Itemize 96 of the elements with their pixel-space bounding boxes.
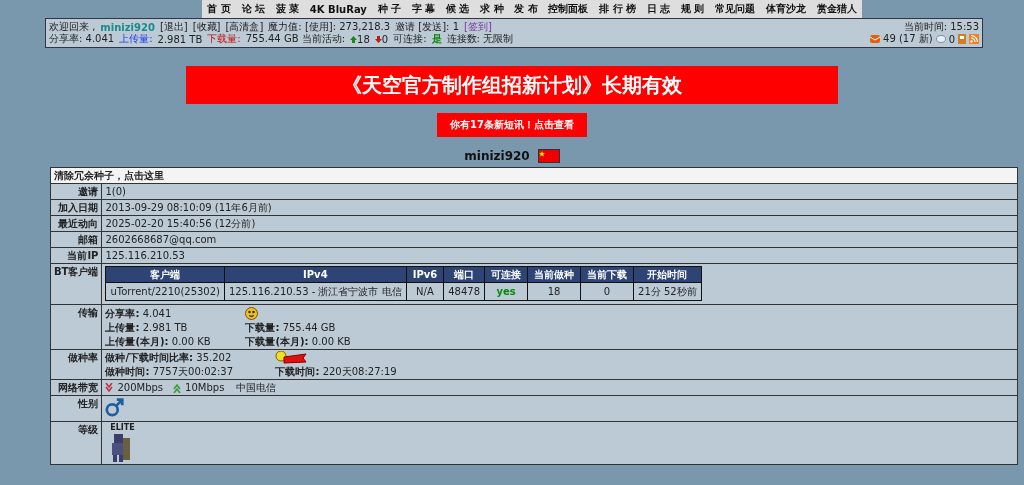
stat-text: 下载量(本月): 0.00 KB: [245, 335, 352, 348]
isp-text: 中国电信: [236, 381, 277, 394]
clean-seeds-link[interactable]: 清除冗余种子，点击这里: [50, 167, 1018, 184]
row-label: 当前IP: [50, 247, 102, 264]
table-cell: 0: [580, 282, 634, 301]
flag-icon: [537, 149, 560, 163]
nav-link[interactable]: 排 行 榜: [596, 2, 640, 16]
nav-link[interactable]: 常见问题: [712, 2, 759, 16]
table-cell: 18: [527, 282, 581, 301]
nav-link[interactable]: 赏金猎人: [813, 2, 860, 16]
badge-text: ELITE: [110, 423, 135, 432]
table-cell: 125.116.210.53 - 浙江省宁波市 电信: [224, 282, 407, 301]
nav-link[interactable]: 菠 菜: [272, 2, 303, 16]
row-label: 邀请: [50, 183, 102, 200]
stat-text: 分享率: 4.041: [105, 307, 173, 320]
stat-text: 上传量: 2.981 TB: [105, 321, 189, 334]
download-speed: 200Mbps: [117, 381, 164, 394]
header-link[interactable]: [高清盒]: [225, 20, 264, 34]
row-label: 邮箱: [50, 231, 102, 248]
nav-link[interactable]: 体育沙龙: [762, 2, 809, 16]
nav-link[interactable]: 4K BluRay: [306, 3, 370, 15]
info-text: 邀请 [发送]: 1: [395, 20, 460, 34]
row-label: 加入日期: [50, 199, 102, 216]
info-text: 魔力值: [使用]: 273,218.3: [268, 20, 391, 34]
nav-link[interactable]: 日 志: [643, 2, 674, 16]
field-value: 2013-09-29 08:10:09 (11年6月前): [105, 202, 272, 213]
seeding-count: 18: [357, 33, 370, 45]
announcement-banner[interactable]: 《天空官方制作组招新计划》长期有效: [186, 66, 838, 104]
info-text: 755.44 GB 当前活动:: [245, 32, 346, 46]
connectable-status: 是: [431, 32, 442, 46]
chat-icon[interactable]: [935, 35, 946, 43]
column-header: 可连接: [484, 266, 528, 283]
flying-figure-icon: [275, 351, 308, 364]
row-label: 等级: [50, 421, 102, 465]
field-value: 125.116.210.53: [105, 250, 185, 261]
up-arrow-icon: [350, 35, 358, 43]
message-count[interactable]: 49 (17 新): [883, 32, 933, 46]
current-time: 当前时间: 15:53: [903, 20, 979, 33]
profile-username: minizi920: [464, 149, 530, 163]
leeching-count: 0: [381, 33, 389, 45]
mail-icon[interactable]: [870, 35, 880, 43]
row-label: 做种率: [50, 349, 102, 380]
upload-speed: 10Mbps: [185, 381, 225, 394]
header-link[interactable]: [退出]: [159, 20, 188, 34]
stat-text: 做种/下载时间比率: 35.202: [105, 351, 233, 364]
upload-icon: [173, 382, 182, 393]
stat-text: 做种时间: 7757天00:02:37: [105, 365, 234, 378]
nav-link[interactable]: 规 则: [677, 2, 708, 16]
column-header: 客户端: [105, 266, 225, 283]
checkin-link[interactable]: [签到]: [464, 20, 492, 34]
bookmark-icon[interactable]: [958, 34, 966, 44]
info-text: 2.981 TB: [157, 33, 203, 45]
row-label: 传输: [50, 304, 102, 350]
info-text: 连接数: 无限制: [446, 32, 514, 46]
column-header: IPv4: [224, 266, 407, 283]
download-label: 下载量:: [207, 32, 241, 46]
rss-icon[interactable]: [969, 34, 979, 44]
row-label: BT客户端: [50, 263, 102, 305]
column-header: 开始时间: [633, 266, 702, 283]
stat-text: 上传量(本月): 0.00 KB: [105, 335, 212, 348]
table-cell: yes: [484, 282, 528, 301]
nav-link[interactable]: 首 页: [204, 2, 234, 16]
table-cell: uTorrent/2210(25302): [105, 282, 225, 301]
download-icon: [105, 382, 114, 393]
down-arrow-icon: [374, 35, 382, 43]
field-value: 2025-02-20 15:40:56 (12分前): [105, 218, 256, 229]
nav-link[interactable]: 发 布: [511, 2, 541, 16]
info-text: 分享率: 4.041: [49, 32, 115, 46]
column-header: 当前做种: [527, 266, 581, 283]
nav-link[interactable]: 控制面板: [545, 2, 592, 16]
field-value: 2602668687@qq.com: [105, 234, 217, 245]
comment-count[interactable]: 0: [948, 33, 955, 45]
info-text: 欢迎回来 ,: [49, 20, 96, 33]
stat-text: 下载时间: 220天08:27:19: [275, 365, 398, 378]
column-header: IPv6: [406, 266, 444, 283]
male-icon: [105, 397, 126, 417]
table-cell: 48478: [443, 282, 485, 301]
field-value: 1(0): [105, 186, 126, 197]
header-link[interactable]: [收藏]: [192, 20, 221, 34]
nav-link[interactable]: 字 幕: [408, 2, 439, 16]
column-header: 当前下载: [580, 266, 634, 283]
column-header: 端口: [443, 266, 485, 283]
table-cell: N/A: [406, 282, 444, 301]
nav-link[interactable]: 求 种: [477, 2, 507, 16]
nav-link[interactable]: 候 选: [442, 2, 473, 16]
upload-label: 上传量:: [119, 32, 153, 46]
smiley-icon: [245, 307, 259, 320]
row-label: 网络带宽: [50, 379, 102, 396]
nav-link[interactable]: 论 坛: [238, 2, 268, 16]
row-label: 性别: [50, 395, 102, 422]
table-cell: 21分 52秒前: [633, 282, 702, 301]
nav-link[interactable]: 种 子: [374, 2, 405, 16]
info-text: 可连接:: [393, 32, 427, 46]
row-label: 最近动向: [50, 215, 102, 232]
stat-text: 下载量: 755.44 GB: [245, 321, 337, 334]
messages-button[interactable]: 你有17条新短讯！点击查看: [437, 113, 587, 137]
